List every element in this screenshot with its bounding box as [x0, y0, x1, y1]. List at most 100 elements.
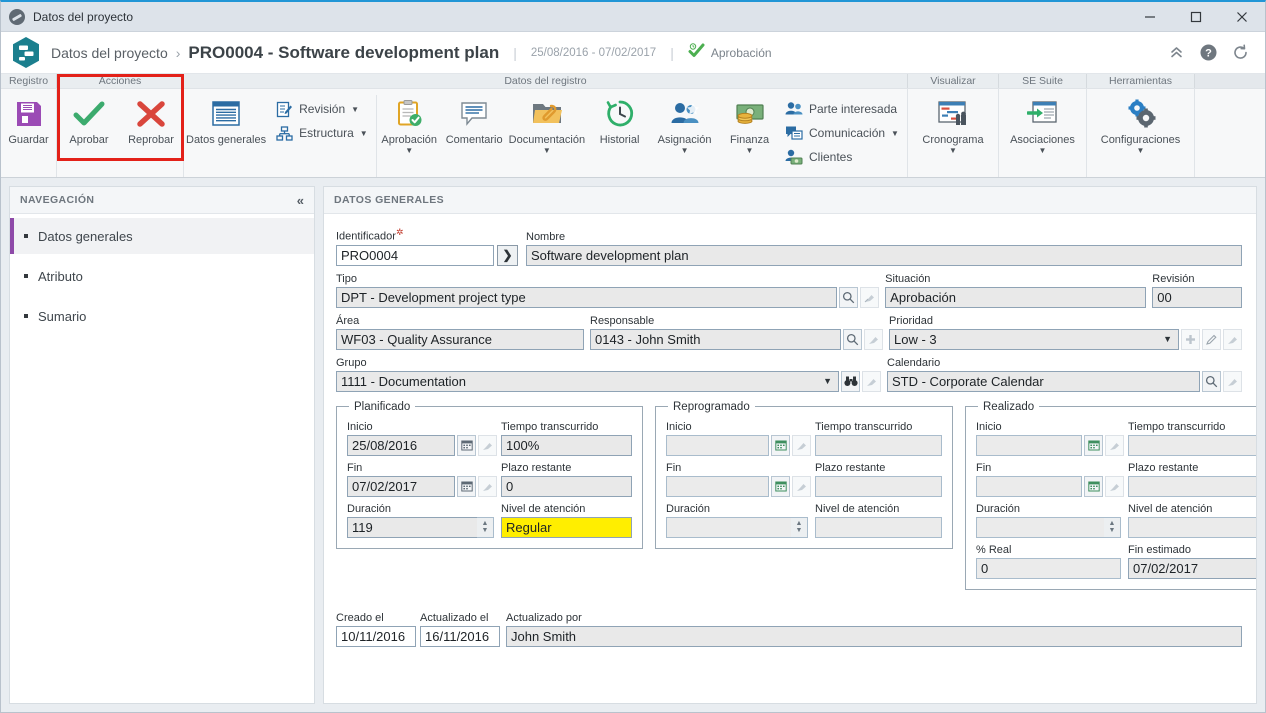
- spinner-up-icon[interactable]: ▲: [796, 520, 803, 527]
- breadcrumb-root[interactable]: Datos del proyecto: [51, 45, 168, 61]
- field-reprogramado-duracion-input[interactable]: [666, 516, 791, 538]
- chevron-down-icon[interactable]: ▼: [1163, 334, 1174, 344]
- spinner-up-icon[interactable]: ▲: [482, 520, 489, 527]
- chevron-down-icon[interactable]: ▼: [681, 147, 689, 155]
- field-planificado-inicio-input[interactable]: 25/08/2016: [347, 434, 455, 456]
- close-button[interactable]: [1219, 2, 1265, 32]
- ribbon-group-datos-registro: Datos generales Revisión ▼ Estructura ▼ …: [184, 89, 908, 177]
- field-realizado-fin-input[interactable]: [976, 475, 1082, 497]
- responsable-clear-icon[interactable]: [864, 328, 883, 350]
- prioridad-clear-icon[interactable]: [1223, 328, 1242, 350]
- sidebar-item-sumario[interactable]: Sumario: [10, 298, 314, 334]
- field-prioridad-select[interactable]: Low - 3 ▼: [889, 328, 1179, 350]
- clear-icon[interactable]: [792, 475, 811, 497]
- calendario-clear-icon[interactable]: [1223, 370, 1242, 392]
- calendar-icon[interactable]: [1084, 434, 1103, 456]
- clear-icon[interactable]: [1105, 475, 1124, 497]
- calendario-search-icon[interactable]: [1202, 370, 1221, 392]
- chevron-down-icon[interactable]: ▼: [405, 147, 413, 155]
- collapse-ribbon-icon[interactable]: [1163, 40, 1189, 66]
- ribbon-button-datos-generales[interactable]: Datos generales: [184, 95, 268, 146]
- spinner-up-icon[interactable]: ▲: [1109, 520, 1116, 527]
- ribbon-button-revision[interactable]: Revisión ▼: [274, 98, 368, 120]
- sidebar-item-datos-generales[interactable]: Datos generales: [10, 218, 314, 254]
- minimize-button[interactable]: [1127, 2, 1173, 32]
- ribbon-button-finanza[interactable]: Finanza ▼: [717, 95, 782, 155]
- label: Fin estimado: [1128, 543, 1191, 556]
- field-reprogramado-fin-input[interactable]: [666, 475, 769, 497]
- header-divider-1: |: [513, 44, 517, 61]
- ribbon-button-asociaciones[interactable]: Asociaciones ▼: [999, 95, 1086, 155]
- responsable-search-icon[interactable]: [843, 328, 862, 350]
- field-planificado-fin-input[interactable]: 07/02/2017: [347, 475, 455, 497]
- field-calendario-input[interactable]: STD - Corporate Calendar: [887, 370, 1200, 392]
- duracion-stepper[interactable]: ▲ ▼: [477, 516, 494, 538]
- ribbon-button-comentario[interactable]: Comentario: [442, 95, 507, 146]
- ribbon-button-aprobacion[interactable]: Aprobación ▼: [377, 95, 442, 155]
- ribbon-button-asignacion[interactable]: Asignación ▼: [652, 95, 717, 155]
- field-realizado-inicio-input[interactable]: [976, 434, 1082, 456]
- header-status: Aprobación: [688, 42, 772, 63]
- chevron-down-icon[interactable]: ▼: [1039, 147, 1047, 155]
- calendar-icon[interactable]: [1084, 475, 1103, 497]
- clear-icon[interactable]: [478, 434, 497, 456]
- clear-icon[interactable]: [792, 434, 811, 456]
- calendar-icon[interactable]: [457, 434, 476, 456]
- field-area-input[interactable]: WF03 - Quality Assurance: [336, 328, 584, 350]
- chevron-down-icon[interactable]: ▼: [1137, 147, 1145, 155]
- ribbon-button-aprobar[interactable]: Aprobar: [58, 95, 120, 146]
- chevron-down-icon[interactable]: ▼: [823, 376, 834, 386]
- tipo-clear-icon[interactable]: [860, 286, 880, 308]
- help-icon[interactable]: ?: [1195, 40, 1221, 66]
- clear-icon[interactable]: [1105, 434, 1124, 456]
- spinner-down-icon[interactable]: ▼: [1109, 527, 1116, 534]
- prioridad-edit-icon[interactable]: [1202, 328, 1221, 350]
- chevron-down-icon[interactable]: ▼: [351, 105, 359, 114]
- field-planificado-tiempo-input: 100%: [501, 434, 632, 456]
- chevron-down-icon[interactable]: ▼: [949, 147, 957, 155]
- ribbon-button-documentacion[interactable]: Documentación ▼: [507, 95, 587, 155]
- duracion-stepper[interactable]: ▲ ▼: [1104, 516, 1121, 538]
- chevron-down-icon[interactable]: ▼: [360, 129, 368, 138]
- refresh-icon[interactable]: [1227, 40, 1253, 66]
- sidebar-item-atributo[interactable]: Atributo: [10, 258, 314, 294]
- calendar-icon[interactable]: [771, 434, 790, 456]
- field-nombre-input[interactable]: Software development plan: [526, 244, 1242, 266]
- duracion-stepper[interactable]: ▲ ▼: [791, 516, 808, 538]
- ribbon-button-parte-interesada[interactable]: Parte interesada: [784, 98, 899, 120]
- ribbon-button-cronograma[interactable]: Cronograma ▼: [908, 95, 998, 155]
- chevron-down-icon[interactable]: ▼: [746, 147, 754, 155]
- clear-icon[interactable]: [478, 475, 497, 497]
- ribbon-button-comunicacion[interactable]: Comunicación ▼: [784, 122, 899, 144]
- ribbon-button-clientes[interactable]: Clientes: [784, 146, 899, 168]
- spinner-down-icon[interactable]: ▼: [482, 527, 489, 534]
- field-reprogramado-inicio-input[interactable]: [666, 434, 769, 456]
- chevron-down-icon[interactable]: ▼: [891, 129, 899, 138]
- grupo-clear-icon[interactable]: [862, 370, 881, 392]
- field-planificado-duracion-input[interactable]: 119: [347, 516, 477, 538]
- ribbon-button-historial[interactable]: Historial: [587, 95, 652, 146]
- field-grupo-label: Grupo: [336, 356, 367, 369]
- tipo-search-icon[interactable]: [839, 286, 859, 308]
- collapse-sidebar-icon[interactable]: «: [297, 193, 304, 208]
- calendar-icon[interactable]: [771, 475, 790, 497]
- field-realizado-duracion-input[interactable]: [976, 516, 1104, 538]
- field-actualizado-el-label: Actualizado el: [420, 611, 489, 624]
- field-actualizado-por: Actualizado por John Smith: [506, 612, 1242, 647]
- chevron-down-icon[interactable]: ▼: [543, 147, 551, 155]
- maximize-button[interactable]: [1173, 2, 1219, 32]
- ribbon-button-guardar[interactable]: Guardar: [1, 95, 56, 146]
- field-tipo-input[interactable]: DPT - Development project type: [336, 286, 838, 308]
- ribbon-button-reprobar[interactable]: Reprobar: [120, 95, 182, 146]
- field-grupo-select[interactable]: 1111 - Documentation ▼: [336, 370, 839, 392]
- spinner-down-icon[interactable]: ▼: [796, 527, 803, 534]
- ribbon-button-configuraciones[interactable]: Configuraciones ▼: [1087, 95, 1194, 155]
- identificador-go-button[interactable]: ❯: [497, 244, 518, 266]
- grupo-binoculars-icon[interactable]: [841, 370, 860, 392]
- field-responsable-input[interactable]: 0143 - John Smith: [590, 328, 841, 350]
- prioridad-add-icon[interactable]: [1181, 328, 1200, 350]
- label: Inicio: [347, 420, 373, 433]
- ribbon-button-estructura[interactable]: Estructura ▼: [274, 122, 368, 144]
- field-identificador-input[interactable]: PRO0004: [336, 244, 494, 266]
- calendar-icon[interactable]: [457, 475, 476, 497]
